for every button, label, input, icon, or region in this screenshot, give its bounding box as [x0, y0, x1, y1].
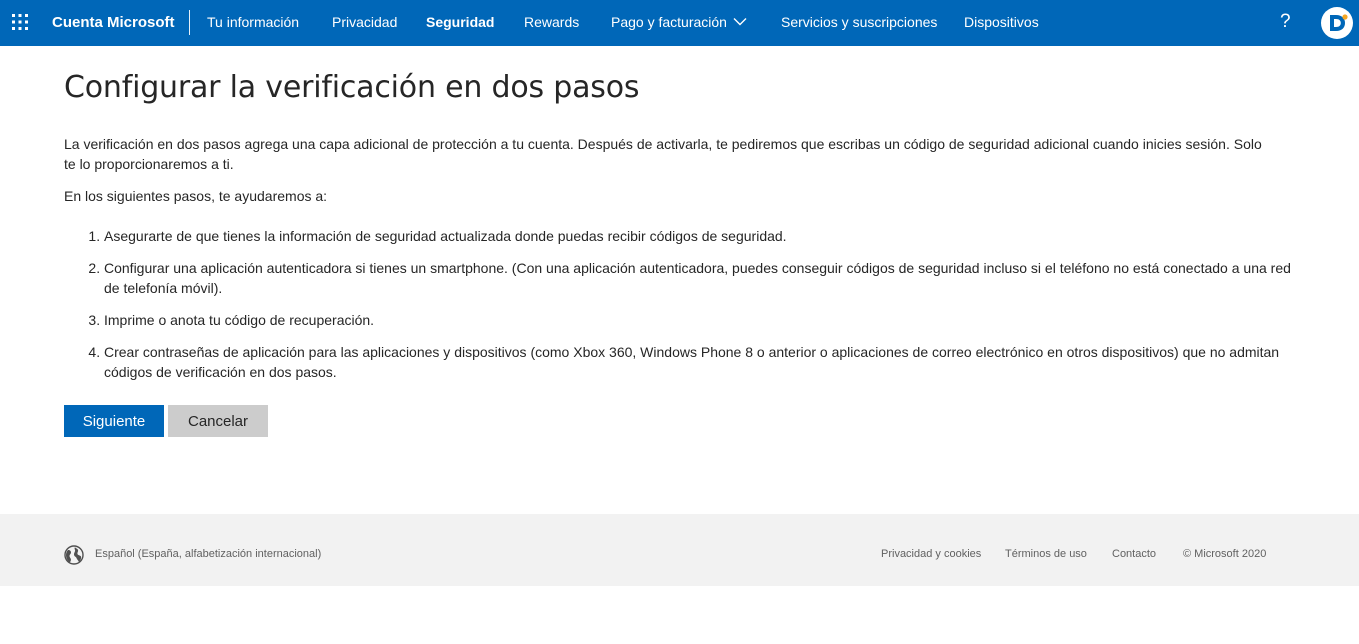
footer: Español (España, alfabetización internac… [0, 514, 1359, 586]
nav-dispositivos[interactable]: Dispositivos [964, 0, 1039, 46]
steps-list: Asegurarte de que tienes la información … [64, 226, 1304, 394]
globe-icon [64, 545, 84, 565]
privacy-cookies-link[interactable]: Privacidad y cookies [881, 548, 981, 560]
waffle-grid-icon[interactable] [10, 12, 30, 32]
nav-seguridad[interactable]: Seguridad [426, 0, 494, 46]
next-button[interactable]: Siguiente [64, 405, 164, 437]
top-navigation-bar: Cuenta Microsoft Tu información Privacid… [0, 0, 1359, 46]
step-item-1: Asegurarte de que tienes la información … [104, 226, 1304, 246]
nav-servicios-suscripciones[interactable]: Servicios y suscripciones [781, 0, 937, 46]
lead-paragraph: En los siguientes pasos, te ayudaremos a… [64, 188, 328, 204]
copyright-text: © Microsoft 2020 [1183, 548, 1267, 560]
step-item-2: Configurar una aplicación autenticadora … [104, 258, 1304, 298]
cancel-button[interactable]: Cancelar [168, 405, 268, 437]
nav-pago-facturacion-label: Pago y facturación [611, 14, 727, 30]
nav-pago-facturacion[interactable]: Pago y facturación [611, 0, 747, 46]
brand-title[interactable]: Cuenta Microsoft [52, 0, 175, 46]
chevron-down-icon [733, 18, 747, 26]
nav-privacidad[interactable]: Privacidad [332, 0, 397, 46]
contact-link[interactable]: Contacto [1112, 548, 1156, 560]
step-item-4: Crear contraseñas de aplicación para las… [104, 342, 1304, 382]
brand-divider [189, 10, 190, 35]
profile-avatar-icon[interactable] [1321, 7, 1353, 39]
step-item-3: Imprime o anota tu código de recuperació… [104, 310, 1304, 330]
question-mark-icon[interactable]: ? [1280, 0, 1291, 46]
intro-paragraph: La verificación en dos pasos agrega una … [64, 136, 1262, 172]
nav-rewards[interactable]: Rewards [524, 0, 579, 46]
main-content: Configurar la verificación en dos pasos … [64, 70, 1304, 437]
locale-selector[interactable]: Español (España, alfabetización internac… [95, 548, 321, 560]
page-title: Configurar la verificación en dos pasos [64, 70, 640, 105]
terms-of-use-link[interactable]: Términos de uso [1005, 548, 1087, 560]
nav-tu-informacion[interactable]: Tu información [207, 0, 299, 46]
